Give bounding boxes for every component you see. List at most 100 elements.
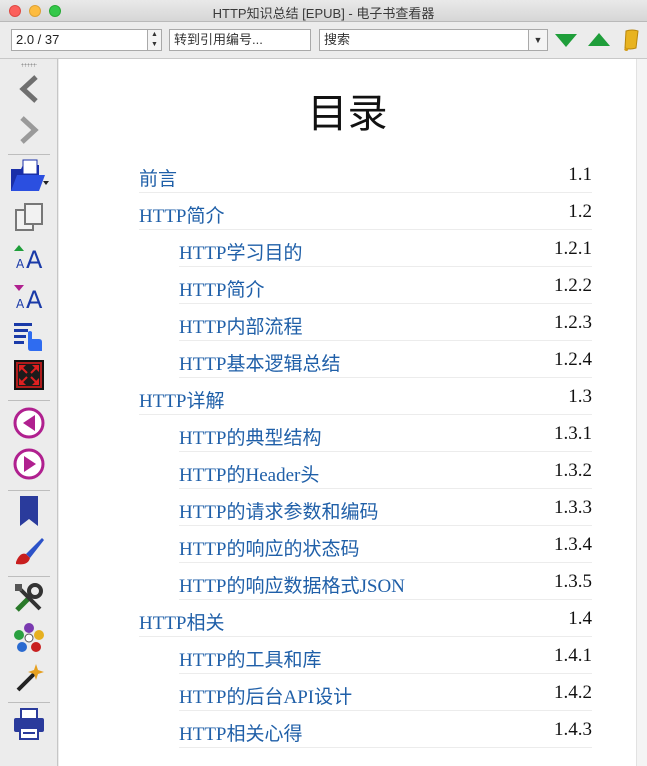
toc-heading: 目录 <box>307 91 388 137</box>
toc-entry-link[interactable]: HTTP简介 <box>139 201 225 228</box>
font-larger-button[interactable]: A A <box>9 240 49 276</box>
next-section-icon <box>12 447 46 486</box>
toc-entry-number: 1.3.1 <box>554 423 592 444</box>
font-smaller-button[interactable]: A A <box>9 280 49 316</box>
toc-entry[interactable]: HTTP的响应的状态码 1.3.4 <box>179 529 592 563</box>
table-of-contents-button[interactable] <box>9 320 49 356</box>
top-toolbar: 2.0 / 37 ▲ ▼ 转到引用编号... 搜索 ▼ <box>0 22 647 59</box>
toc-entry-number: 1.2.3 <box>554 312 592 333</box>
search-input[interactable]: 搜索 ▼ <box>319 29 548 51</box>
toc-entry-link[interactable]: HTTP的响应的状态码 <box>179 534 360 561</box>
toc-entry-number: 1.4 <box>568 608 592 629</box>
copy-button[interactable] <box>9 201 49 237</box>
toc-entry-number: 1.4.3 <box>554 719 592 740</box>
toc-entry[interactable]: HTTP详解 1.3 <box>139 381 592 415</box>
toc-entry-number: 1.3.3 <box>554 497 592 518</box>
toc-entry-number: 1.2.2 <box>554 275 592 296</box>
toc-entry-link[interactable]: HTTP的响应数据格式JSON <box>179 571 405 598</box>
toc-entry-number: 1.2.4 <box>554 349 592 370</box>
toc-entry-link[interactable]: HTTP相关心得 <box>179 719 303 746</box>
bookmark-icon <box>16 494 42 533</box>
fullscreen-button[interactable] <box>9 359 49 395</box>
toc-entry[interactable]: HTTP的请求参数和编码 1.3.3 <box>179 492 592 526</box>
toc-entry-link[interactable]: HTTP简介 <box>179 275 265 302</box>
print-button[interactable] <box>9 707 49 746</box>
toc-entry[interactable]: HTTP的工具和库 1.4.1 <box>179 640 592 674</box>
toc-entry[interactable]: HTTP相关心得 1.4.3 <box>179 714 592 748</box>
theme-button[interactable] <box>9 536 49 572</box>
separator <box>8 400 50 401</box>
toc-entry[interactable]: HTTP的典型结构 1.3.1 <box>179 418 592 452</box>
toc-entry-number: 1.3.5 <box>554 571 592 592</box>
toc-entry-link[interactable]: HTTP相关 <box>139 608 225 635</box>
toc-entry[interactable]: HTTP的Header头 1.3.2 <box>179 455 592 489</box>
vertical-scrollbar[interactable] <box>636 59 647 766</box>
goto-reference-input[interactable]: 转到引用编号... <box>169 29 311 51</box>
open-book-button[interactable] <box>9 159 49 198</box>
toc-entry[interactable]: 前言 1.1 <box>139 159 592 193</box>
toc-entry-number: 1.3.4 <box>554 534 592 555</box>
book-content[interactable]: 目录 前言 1.1 HTTP简介 1.2 HTTP学习目的 1.2.1 HTTP简介 1.2.… <box>59 59 636 766</box>
find-next-icon[interactable] <box>555 34 577 47</box>
svg-text:A: A <box>16 297 25 311</box>
toc-entry-link[interactable]: HTTP学习目的 <box>179 238 303 265</box>
toc-entry-number: 1.2 <box>568 201 592 222</box>
separator <box>8 576 50 577</box>
forward-button[interactable] <box>9 114 49 150</box>
page-stepper[interactable]: ▲ ▼ <box>147 30 161 50</box>
page-number-spinbox[interactable]: 2.0 / 37 ▲ ▼ <box>11 29 162 51</box>
toc-entry[interactable]: HTTP简介 1.2 <box>139 196 592 230</box>
reference-scroll-icon[interactable] <box>622 28 642 57</box>
toc-entry[interactable]: HTTP相关 1.4 <box>139 603 592 637</box>
toc-entry-link[interactable]: HTTP的典型结构 <box>179 423 322 450</box>
preferences-button[interactable] <box>9 582 49 618</box>
print-icon <box>12 707 46 746</box>
lookup-button[interactable] <box>9 661 49 697</box>
lookup-icon <box>12 660 46 699</box>
reference-mode-button[interactable] <box>9 622 49 658</box>
fullscreen-icon <box>13 359 45 396</box>
open-book-icon <box>9 159 49 198</box>
toc-entry-number: 1.4.1 <box>554 645 592 666</box>
toc-entry[interactable]: HTTP的后台API设计 1.4.2 <box>179 677 592 711</box>
toc-entry[interactable]: HTTP学习目的 1.2.1 <box>179 233 592 267</box>
title-bar: HTTP知识总结 [EPUB] - 电子书查看器 <box>0 0 647 22</box>
toc-entry[interactable]: HTTP简介 1.2.2 <box>179 270 592 304</box>
copy-icon <box>13 201 45 238</box>
bookmarks-button[interactable] <box>9 495 49 531</box>
toc-entry-link[interactable]: 前言 <box>139 164 177 191</box>
side-toolbar: A A A A <box>0 59 58 766</box>
preferences-icon <box>12 581 46 620</box>
toc-entry[interactable]: HTTP基本逻辑总结 1.2.4 <box>179 344 592 378</box>
svg-text:A: A <box>16 257 25 271</box>
toc-entry-link[interactable]: HTTP的请求参数和编码 <box>179 497 379 524</box>
toc-entry-link[interactable]: HTTP的后台API设计 <box>179 682 352 709</box>
separator <box>8 154 50 155</box>
toc-entry[interactable]: HTTP内部流程 1.2.3 <box>179 307 592 341</box>
previous-section-button[interactable] <box>9 407 49 443</box>
toolbar-grip[interactable] <box>21 63 37 67</box>
toc-entry-number: 1.2.1 <box>554 238 592 259</box>
toc-entry-number: 1.3 <box>568 386 592 407</box>
window-title: HTTP知识总结 [EPUB] - 电子书查看器 <box>212 6 435 21</box>
toc-entry-link[interactable]: HTTP内部流程 <box>179 312 303 339</box>
search-history-dropdown[interactable]: ▼ <box>528 30 547 50</box>
next-section-button[interactable] <box>9 448 49 484</box>
search-placeholder: 搜索 <box>324 32 351 47</box>
toc-entry-link[interactable]: HTTP的Header头 <box>179 460 319 487</box>
toc-entry-link[interactable]: HTTP详解 <box>139 386 225 413</box>
toc-entry-link[interactable]: HTTP基本逻辑总结 <box>179 349 341 376</box>
font-smaller-icon: A A <box>12 281 46 316</box>
separator <box>8 702 50 703</box>
separator <box>8 490 50 491</box>
find-previous-icon[interactable] <box>588 33 610 46</box>
back-button[interactable] <box>9 73 49 109</box>
toc-entry-number: 1.3.2 <box>554 460 592 481</box>
font-larger-icon: A A <box>12 241 46 276</box>
toc-entry-number: 1.1 <box>568 164 592 185</box>
toc-entry[interactable]: HTTP的响应数据格式JSON 1.3.5 <box>179 566 592 600</box>
previous-section-icon <box>12 406 46 445</box>
toc-icon <box>12 320 46 357</box>
toc-entry-link[interactable]: HTTP的工具和库 <box>179 645 322 672</box>
reference-mode-icon <box>12 621 46 660</box>
